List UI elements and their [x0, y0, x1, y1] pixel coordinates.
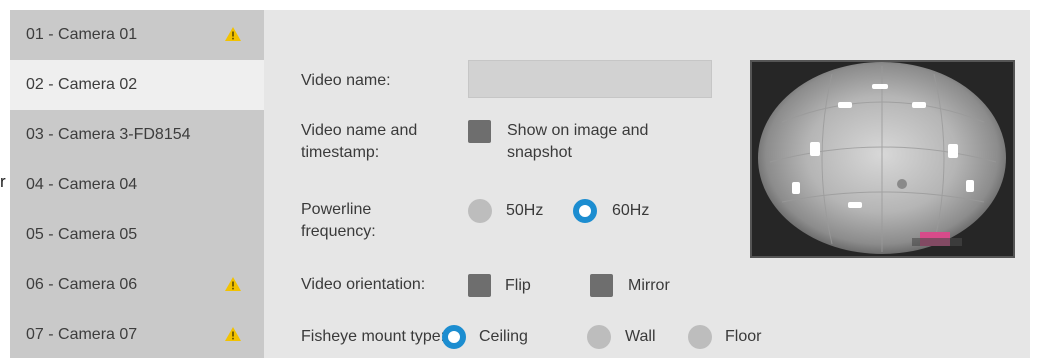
powerline-50hz-label: 50Hz: [506, 202, 544, 219]
sidebar-item-label: 06 - Camera 06: [26, 276, 138, 293]
flip-label: Flip: [505, 277, 531, 294]
mount-ceiling-radio[interactable]: [442, 325, 466, 349]
video-name-label: Video name:: [301, 72, 391, 89]
warning-icon: [225, 27, 241, 41]
powerline-50hz-radio[interactable]: [468, 199, 492, 223]
video-name-input[interactable]: [468, 60, 712, 98]
camera-sidebar: 01 - Camera 01 02 - Camera 02 03 - Camer…: [10, 10, 264, 358]
show-on-image-checkbox[interactable]: [468, 120, 491, 143]
sidebar-item-camera-07[interactable]: 07 - Camera 07: [10, 310, 264, 360]
mount-wall-label: Wall: [625, 328, 656, 345]
powerline-60hz-radio[interactable]: [573, 199, 597, 223]
sidebar-item-camera-05[interactable]: 05 - Camera 05: [10, 210, 264, 260]
sidebar-item-label: 05 - Camera 05: [26, 226, 138, 243]
sidebar-item-camera-03[interactable]: 03 - Camera 3-FD8154: [10, 110, 264, 160]
video-name-timestamp-label: Video name and timestamp:: [301, 122, 418, 161]
sidebar-item-camera-01[interactable]: 01 - Camera 01: [10, 10, 264, 60]
fisheye-preview-image: [752, 62, 1013, 256]
mirror-checkbox[interactable]: [590, 274, 613, 297]
sidebar-item-label: 07 - Camera 07: [26, 326, 138, 343]
fisheye-preview: [750, 60, 1015, 258]
camera-settings-panel: Video name: Video name and timestamp: Sh…: [264, 10, 1030, 358]
mount-floor-label: Floor: [725, 328, 762, 345]
mirror-label: Mirror: [628, 277, 670, 294]
fisheye-mount-label: Fisheye mount type:: [301, 328, 446, 345]
sidebar-item-label: 03 - Camera 3-FD8154: [26, 126, 191, 143]
show-on-image-label: Show on image and snapshot: [507, 122, 649, 161]
flip-checkbox[interactable]: [468, 274, 491, 297]
sidebar-item-label: 04 - Camera 04: [26, 176, 138, 193]
sidebar-item-camera-06[interactable]: 06 - Camera 06: [10, 260, 264, 310]
sidebar-item-camera-02[interactable]: 02 - Camera 02: [10, 60, 264, 110]
mount-wall-radio[interactable]: [587, 325, 611, 349]
sidebar-item-camera-04[interactable]: 04 - Camera 04: [10, 160, 264, 210]
mount-ceiling-label: Ceiling: [479, 328, 528, 345]
video-orientation-label: Video orientation:: [301, 276, 426, 293]
powerline-frequency-label: Powerline frequency:: [301, 201, 376, 240]
warning-icon: [225, 277, 241, 291]
mount-floor-radio[interactable]: [688, 325, 712, 349]
edge-text-fragment: r: [0, 172, 6, 191]
sidebar-item-label: 01 - Camera 01: [26, 26, 138, 43]
powerline-60hz-label: 60Hz: [612, 202, 650, 219]
warning-icon: [225, 327, 241, 341]
sidebar-item-label: 02 - Camera 02: [26, 76, 138, 93]
